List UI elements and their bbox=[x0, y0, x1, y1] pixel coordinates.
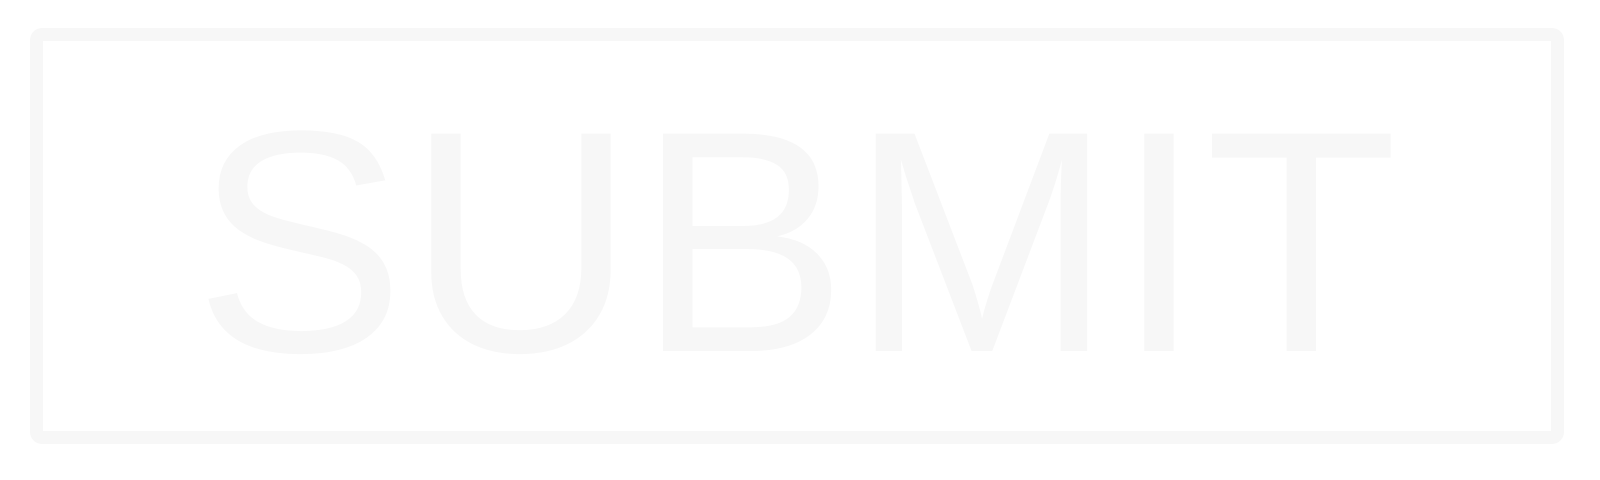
submit-button-label: SUBMIT bbox=[194, 65, 1400, 418]
submit-button[interactable]: SUBMIT bbox=[30, 28, 1564, 444]
